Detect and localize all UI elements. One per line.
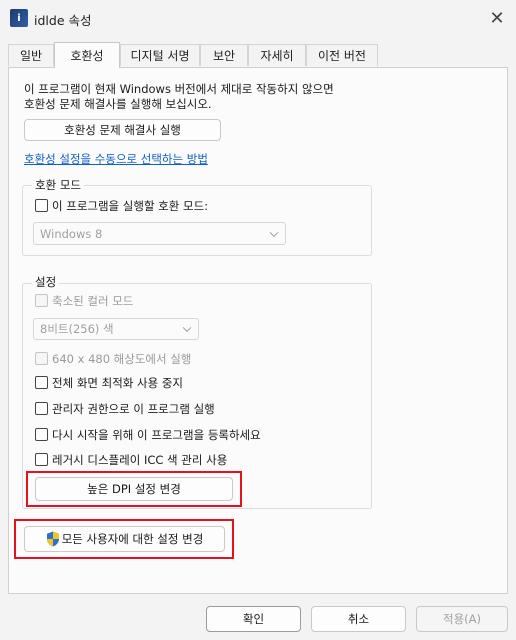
- app-icon: i: [10, 9, 28, 27]
- compat-os-select[interactable]: Windows 8: [33, 222, 286, 245]
- run-troubleshooter-button[interactable]: 호환성 문제 해결사 실행: [24, 119, 221, 141]
- window-title: idlde 속성: [34, 13, 92, 28]
- color-depth-select-value: 8비트(256) 색: [40, 322, 114, 336]
- compat-mode-checkbox[interactable]: [35, 199, 48, 212]
- legacy-icc-label: 레거시 디스플레이 ICC 색 관리 사용: [52, 453, 228, 467]
- fullscreen-opt-checkbox[interactable]: [35, 376, 48, 389]
- apply-button[interactable]: 적용(A): [416, 606, 508, 632]
- cancel-button[interactable]: 취소: [311, 606, 406, 632]
- chevron-down-icon: [269, 228, 279, 237]
- legacy-icc-checkbox[interactable]: [35, 453, 48, 466]
- chevron-down-icon: [182, 323, 192, 333]
- resolution-checkbox[interactable]: [35, 352, 48, 365]
- shield-icon: [46, 531, 59, 547]
- reduced-color-label: 축소된 컬러 모드: [52, 294, 134, 308]
- compat-mode-title: 호환 모드: [32, 177, 84, 193]
- tab-digital-signature[interactable]: 디지털 서명: [120, 44, 200, 66]
- register-restart-label: 다시 시작을 위해 이 프로그램을 등록하세요: [52, 428, 261, 442]
- compat-mode-label: 이 프로그램을 실행할 호환 모드:: [52, 199, 209, 213]
- settings-title: 설정: [32, 274, 60, 290]
- all-users-settings-label: 모든 사용자에 대한 설정 변경: [61, 532, 204, 546]
- register-restart-checkbox[interactable]: [35, 428, 48, 441]
- color-depth-select[interactable]: 8비트(256) 색: [33, 318, 199, 340]
- intro-text-line1: 이 프로그램이 현재 Windows 버전에서 제대로 작동하지 않으면: [24, 82, 334, 96]
- resolution-label: 640 x 480 해상도에서 실행: [52, 352, 192, 366]
- fullscreen-opt-label: 전체 화면 최적화 사용 중지: [52, 376, 184, 390]
- ok-button[interactable]: 확인: [206, 606, 301, 632]
- close-icon[interactable]: ✕: [484, 6, 510, 30]
- compat-mode-group: [22, 185, 372, 256]
- tab-general[interactable]: 일반: [8, 44, 54, 66]
- tab-details[interactable]: 자세히: [248, 44, 306, 66]
- run-as-admin-label: 관리자 권한으로 이 프로그램 실행: [52, 402, 215, 416]
- tab-compatibility[interactable]: 호환성: [54, 42, 120, 68]
- all-users-settings-button[interactable]: 모든 사용자에 대한 설정 변경: [24, 526, 225, 552]
- intro-text-line2: 호환성 문제 해결사를 실행해 보십시오.: [24, 97, 212, 111]
- run-as-admin-checkbox[interactable]: [35, 402, 48, 415]
- compat-os-select-value: Windows 8: [40, 226, 103, 241]
- high-dpi-settings-button[interactable]: 높은 DPI 설정 변경: [35, 477, 233, 501]
- reduced-color-checkbox[interactable]: [35, 294, 48, 307]
- manual-settings-link[interactable]: 호환성 설정을 수동으로 선택하는 방법: [24, 151, 208, 167]
- tab-previous-versions[interactable]: 이전 버전: [306, 44, 378, 66]
- tab-security[interactable]: 보안: [200, 44, 248, 66]
